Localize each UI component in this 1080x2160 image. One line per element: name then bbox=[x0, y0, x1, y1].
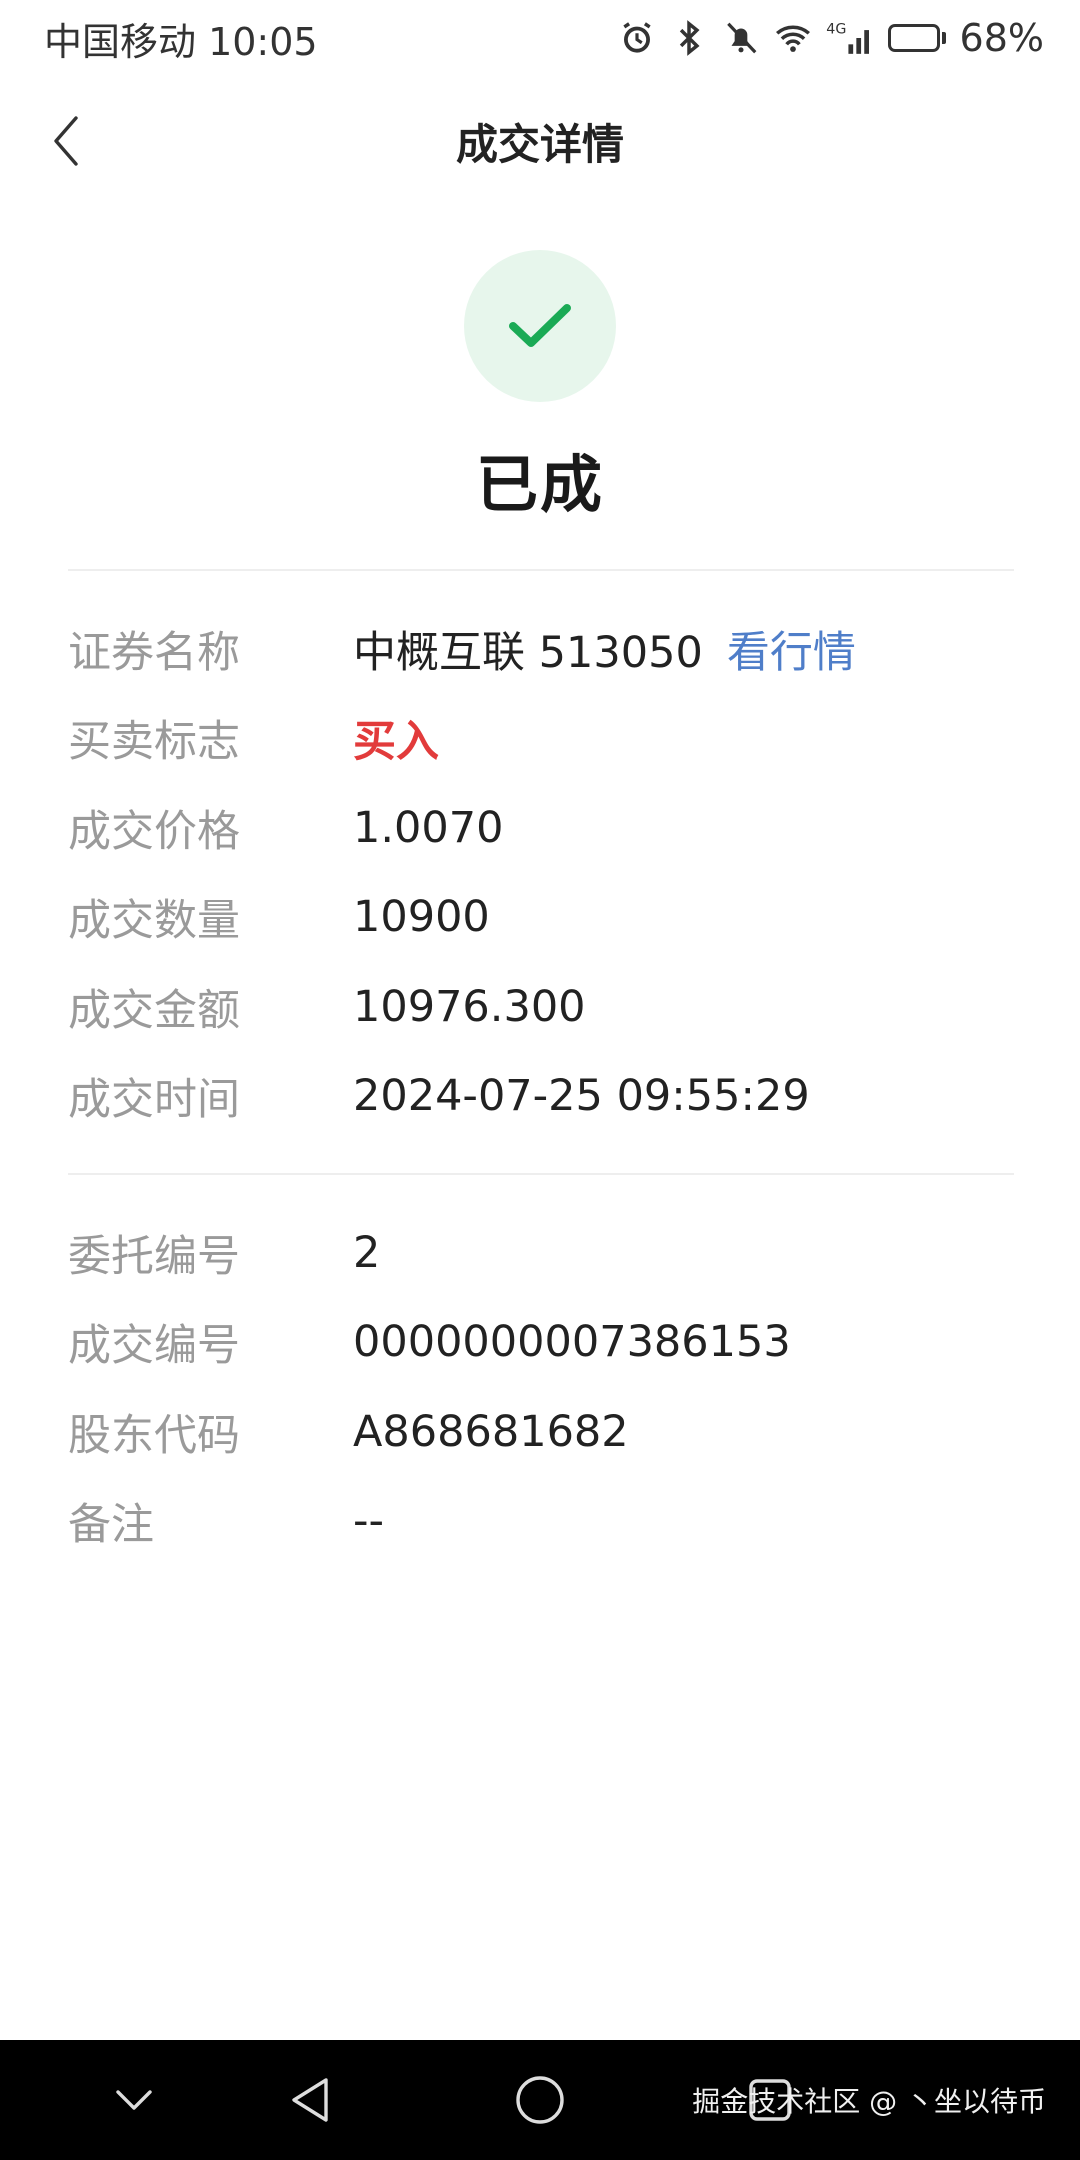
order-details: 委托编号 2 成交编号 0000000007386153 股东代码 A86868… bbox=[68, 1208, 1014, 1566]
nav-bar: 成交详情 bbox=[0, 96, 1080, 186]
detail-value: A868681682 bbox=[353, 1406, 629, 1457]
detail-label: 证券名称 bbox=[68, 627, 240, 678]
trade-detail-screen: 中国移动 10:05 4G 68% 成交详情 已成 证券名称 中概互联 5130… bbox=[0, 0, 1080, 2160]
mute-icon bbox=[722, 19, 760, 57]
detail-value: 2 bbox=[353, 1227, 381, 1278]
detail-row-time: 成交时间 2024-07-25 09:55:29 bbox=[68, 1052, 1014, 1142]
detail-value: 买入 bbox=[353, 717, 439, 768]
detail-label: 买卖标志 bbox=[68, 717, 240, 768]
detail-row-amount: 成交金额 10976.300 bbox=[68, 962, 1014, 1052]
detail-value: 中概互联 513050 bbox=[353, 627, 703, 678]
trade-details: 证券名称 中概互联 513050 看行情 买卖标志 买入 成交价格 1.0070… bbox=[68, 604, 1014, 1141]
detail-row-security: 证券名称 中概互联 513050 看行情 bbox=[68, 604, 1014, 694]
home-button[interactable] bbox=[510, 2070, 570, 2130]
page-title: 成交详情 bbox=[455, 119, 624, 169]
detail-value: 10976.300 bbox=[353, 981, 586, 1032]
check-icon bbox=[509, 304, 571, 347]
network-type: 4G bbox=[826, 21, 846, 37]
detail-row-remark: 备注 -- bbox=[68, 1477, 1014, 1567]
view-quote-link[interactable]: 看行情 bbox=[727, 618, 856, 680]
detail-label: 成交价格 bbox=[68, 806, 240, 857]
signal-icon: 4G bbox=[826, 19, 874, 57]
chevron-left-icon bbox=[54, 116, 78, 166]
detail-label: 备注 bbox=[68, 1500, 154, 1551]
status-icons: 4G 68% bbox=[618, 16, 1044, 60]
watermark: 掘金技术社区 @ 丶坐以待币 bbox=[692, 2085, 1046, 2118]
detail-label: 委托编号 bbox=[68, 1231, 240, 1282]
detail-row-price: 成交价格 1.0070 bbox=[68, 783, 1014, 873]
detail-value: 10900 bbox=[353, 892, 490, 943]
battery-percent: 68% bbox=[959, 16, 1044, 60]
check-circle bbox=[464, 250, 616, 402]
chevron-down-icon bbox=[116, 2090, 152, 2110]
battery-icon bbox=[887, 24, 946, 52]
carrier-time: 中国移动 10:05 bbox=[44, 19, 318, 64]
alarm-icon bbox=[618, 19, 656, 57]
home-circle-icon bbox=[516, 2076, 564, 2124]
detail-label: 成交时间 bbox=[68, 1075, 240, 1126]
detail-value: 2024-07-25 09:55:29 bbox=[353, 1071, 810, 1122]
detail-value: 0000000007386153 bbox=[353, 1317, 791, 1368]
status-bar: 中国移动 10:05 4G 68% bbox=[0, 0, 1080, 76]
divider bbox=[68, 1173, 1014, 1175]
detail-label: 成交金额 bbox=[68, 985, 240, 1036]
detail-label: 成交数量 bbox=[68, 896, 240, 947]
detail-row-order-no: 委托编号 2 bbox=[68, 1208, 1014, 1298]
status-hero: 已成 bbox=[0, 250, 1080, 524]
wifi-icon bbox=[774, 19, 812, 57]
detail-row-trade-no: 成交编号 0000000007386153 bbox=[68, 1298, 1014, 1388]
detail-row-side: 买卖标志 买入 bbox=[68, 694, 1014, 784]
hide-nav-button[interactable] bbox=[104, 2070, 164, 2130]
detail-row-holder-code: 股东代码 A868681682 bbox=[68, 1387, 1014, 1477]
detail-row-quantity: 成交数量 10900 bbox=[68, 873, 1014, 963]
system-nav-bar: 掘金技术社区 @ 丶坐以待币 bbox=[0, 2040, 1080, 2160]
divider bbox=[68, 569, 1014, 571]
detail-label: 股东代码 bbox=[68, 1410, 240, 1461]
bluetooth-icon bbox=[670, 19, 708, 57]
back-triangle-icon bbox=[292, 2078, 328, 2122]
back-button[interactable] bbox=[40, 114, 94, 168]
status-text: 已成 bbox=[475, 448, 604, 521]
detail-value: 1.0070 bbox=[353, 802, 504, 853]
detail-value: -- bbox=[353, 1496, 385, 1547]
detail-label: 成交编号 bbox=[68, 1321, 240, 1372]
system-back-button[interactable] bbox=[280, 2070, 340, 2130]
